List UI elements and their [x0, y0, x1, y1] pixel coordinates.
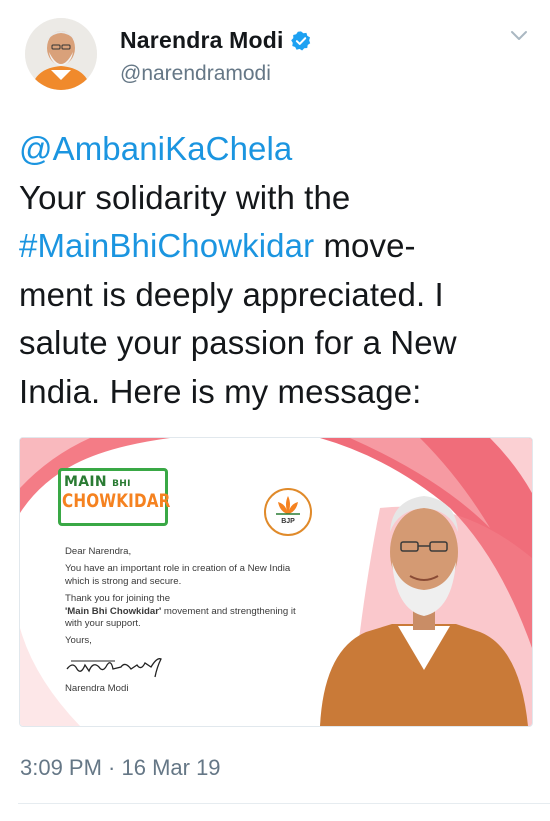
- divider: [18, 803, 550, 804]
- handwritten-signature: [66, 657, 162, 677]
- author-avatar[interactable]: [25, 18, 97, 90]
- tweet-text: @AmbaniKaChela Your solidarity with the …: [19, 125, 539, 416]
- tweet-line: Your solidarity with the: [19, 178, 351, 216]
- tweet-line: India. Here is my message:: [19, 372, 422, 410]
- author-handle[interactable]: @narendramodi: [120, 62, 271, 86]
- bjp-label: BJP: [281, 518, 295, 525]
- tweet-header: Narendra Modi @narendramodi: [0, 0, 550, 110]
- hashtag-link[interactable]: #MainBhiChowkidar: [19, 227, 314, 264]
- tweet-line: ment is deeply appreciated. I: [19, 275, 444, 313]
- chevron-down-icon[interactable]: [510, 30, 528, 42]
- mention-link[interactable]: @AmbaniKaChela: [19, 130, 292, 167]
- letter-greeting: Dear Narendra,: [65, 546, 132, 557]
- letter-paragraph-2: Thank you for joining the 'Main Bhi Chowk…: [65, 593, 296, 630]
- author-name-row[interactable]: Narendra Modi: [120, 27, 312, 54]
- author-name[interactable]: Narendra Modi: [120, 27, 284, 54]
- bjp-emblem: BJP: [264, 488, 312, 536]
- letter-text: Dear Narendra, You have an important rol…: [65, 546, 305, 701]
- verified-badge-icon: [290, 30, 310, 50]
- letter-closing: Yours,: [65, 635, 92, 647]
- letter-paragraph-1: You have an important role in creation o…: [65, 563, 291, 587]
- tweet-text-segment: move-: [314, 227, 416, 264]
- tweet-media-image[interactable]: MAIN BHI CHOWKIDAR BJP Dear Narendra, Yo…: [19, 437, 533, 727]
- logo-main-text: MAIN: [64, 474, 107, 490]
- logo-bhi-text: BHI: [112, 479, 131, 489]
- lotus-icon: [276, 496, 300, 515]
- tweet-timestamp[interactable]: 3:09 PM · 16 Mar 19: [20, 755, 221, 781]
- logo-chowkidar-text: CHOWKIDAR: [62, 490, 171, 512]
- tweet-line: salute your passion for a New: [19, 324, 457, 361]
- letter-signer: Narendra Modi: [65, 683, 129, 695]
